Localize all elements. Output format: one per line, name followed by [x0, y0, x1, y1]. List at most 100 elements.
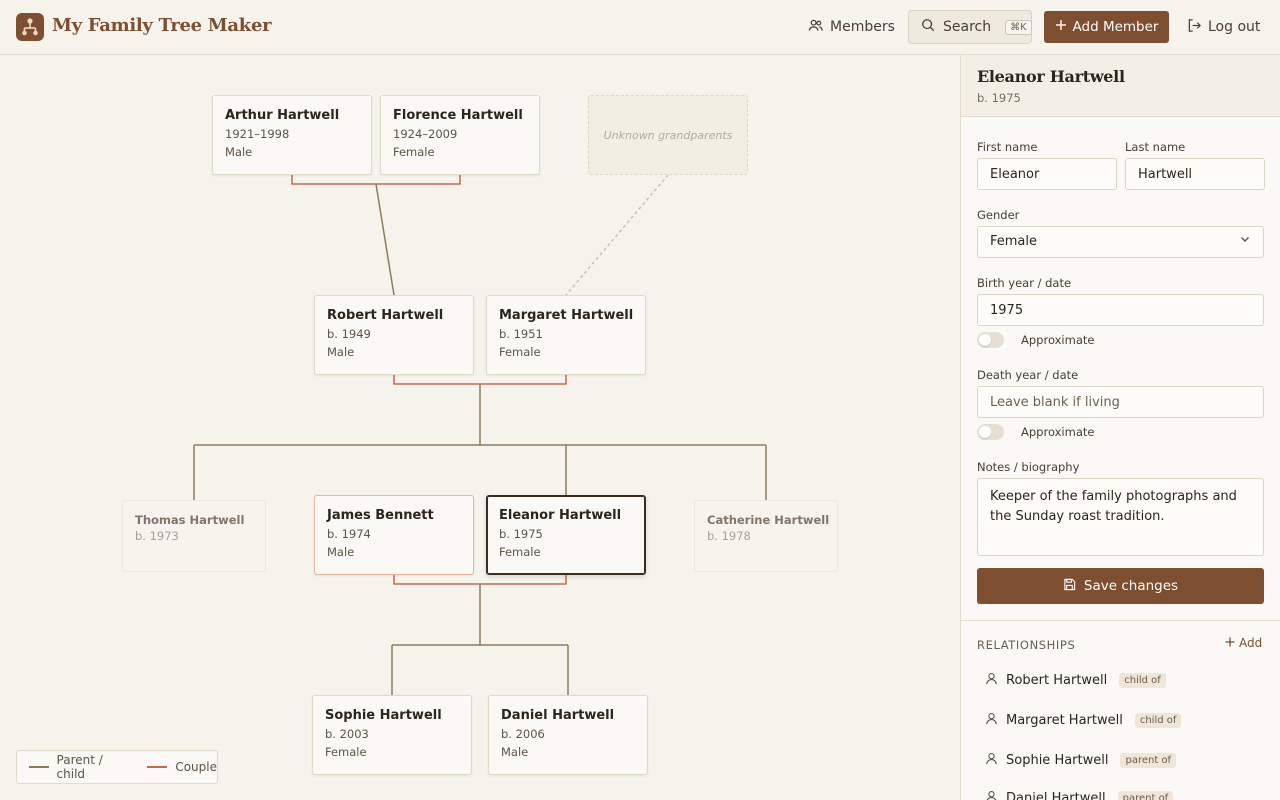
person-name: Thomas Hartwell	[135, 513, 245, 527]
birth-approximate-toggle[interactable]	[977, 332, 1004, 348]
person-card-eleanor-selected[interactable]: Eleanor Hartwell b. 1975 Female	[486, 495, 646, 575]
person-card-robert[interactable]: Robert Hartwell b. 1949 Male	[314, 295, 474, 375]
first-name-label: First name	[977, 140, 1038, 154]
person-gender: Male	[327, 345, 355, 359]
unknown-link-line	[565, 174, 669, 296]
person-name: Florence Hartwell	[393, 108, 523, 123]
person-dates: 1921–1998	[225, 127, 290, 141]
person-gender: Female	[499, 545, 541, 559]
person-icon	[985, 712, 998, 729]
panel-member-subtitle: b. 1975	[977, 91, 1021, 105]
relationships-title: RELATIONSHIPS	[977, 638, 1076, 652]
add-relationship-button[interactable]: Add	[1225, 636, 1262, 650]
person-name: Margaret Hartwell	[499, 308, 634, 323]
parent-child-lines	[193, 183, 767, 695]
members-label: Members	[830, 19, 895, 35]
parent-child-swatch	[29, 766, 49, 768]
relationship-row[interactable]: Daniel Hartwell parent of	[985, 786, 1174, 800]
death-input[interactable]	[977, 386, 1264, 418]
search-button[interactable]: Search ⌘K	[908, 10, 1032, 44]
add-relationship-label: Add	[1239, 636, 1263, 650]
unknown-grandparents-card[interactable]: Unknown grandparents	[588, 95, 748, 175]
relationship-name: Margaret Hartwell	[1006, 712, 1123, 728]
person-card-thomas[interactable]: Thomas Hartwell b. 1973	[122, 500, 266, 572]
notes-textarea[interactable]: Keeper of the family photographs and the…	[977, 478, 1264, 556]
relationship-tag: parent of	[1117, 790, 1174, 800]
save-label: Save changes	[1083, 578, 1179, 594]
person-card-daniel[interactable]: Daniel Hartwell b. 2006 Male	[488, 695, 648, 775]
add-member-button[interactable]: Add Member	[1044, 11, 1169, 43]
death-approximate-label: Approximate	[1021, 425, 1095, 439]
person-dates: b. 1975	[499, 527, 543, 541]
legend-couple: Couple	[147, 760, 217, 774]
person-dates: b. 1951	[499, 327, 543, 341]
person-name: Eleanor Hartwell	[499, 508, 622, 523]
person-gender: Female	[325, 745, 367, 759]
save-icon	[1063, 578, 1076, 595]
person-name: Daniel Hartwell	[501, 708, 615, 723]
person-name: Sophie Hartwell	[325, 708, 442, 723]
birth-label: Birth year / date	[977, 276, 1072, 290]
relationship-tag: child of	[1134, 712, 1182, 728]
app-title: My Family Tree Maker	[52, 15, 272, 36]
person-gender: Female	[499, 345, 541, 359]
plus-icon	[1055, 19, 1067, 35]
relationship-tag: child of	[1119, 672, 1166, 688]
person-dates: b. 1949	[327, 327, 371, 341]
person-card-margaret[interactable]: Margaret Hartwell b. 1951 Female	[486, 295, 646, 375]
line-legend: Parent / child Couple	[16, 750, 218, 784]
panel-header: Eleanor Hartwell b. 1975	[961, 55, 1280, 117]
death-label: Death year / date	[977, 368, 1079, 382]
person-card-florence[interactable]: Florence Hartwell 1924–2009 Female	[380, 95, 540, 175]
add-member-label: Add Member	[1072, 19, 1159, 35]
person-gender: Male	[327, 545, 355, 559]
person-name: Catherine Hartwell	[707, 513, 830, 527]
plus-icon	[1225, 636, 1235, 650]
members-nav-link[interactable]: Members	[808, 11, 895, 43]
notes-label: Notes / biography	[977, 460, 1080, 474]
panel-member-name: Eleanor Hartwell	[977, 67, 1125, 86]
relationship-row[interactable]: Robert Hartwell child of	[985, 668, 1166, 692]
person-card-james[interactable]: James Bennett b. 1974 Male	[314, 495, 474, 575]
person-card-sophie[interactable]: Sophie Hartwell b. 2003 Female	[312, 695, 472, 775]
gender-label: Gender	[977, 208, 1020, 222]
legend-parent-child-label: Parent / child	[56, 753, 103, 781]
birth-input[interactable]	[977, 294, 1264, 326]
logout-label: Log out	[1208, 19, 1261, 35]
gender-select[interactable]: Female	[977, 226, 1264, 258]
birth-approximate-label: Approximate	[1021, 333, 1095, 347]
search-shortcut: ⌘K	[1005, 19, 1032, 35]
logout-button[interactable]: Log out	[1187, 11, 1260, 43]
person-dates: b. 2003	[325, 727, 369, 741]
person-name: Arthur Hartwell	[225, 108, 340, 123]
relationship-row[interactable]: Margaret Hartwell child of	[985, 708, 1182, 732]
person-gender: Male	[501, 745, 529, 759]
person-icon	[985, 672, 998, 689]
person-card-catherine[interactable]: Catherine Hartwell b. 1978	[694, 500, 838, 572]
person-name: James Bennett	[327, 508, 434, 523]
family-tree-logo-icon	[16, 13, 44, 41]
chevron-down-icon	[1239, 227, 1251, 257]
person-icon	[985, 752, 998, 769]
person-name: Robert Hartwell	[327, 308, 444, 323]
tree-canvas[interactable]: Arthur Hartwell 1921–1998 Male Florence …	[0, 55, 960, 800]
person-dates: b. 1973	[135, 529, 179, 543]
person-dates: b. 1978	[707, 529, 751, 543]
unknown-label: Unknown grandparents	[603, 128, 733, 142]
save-changes-button[interactable]: Save changes	[977, 568, 1264, 604]
legend-parent-child: Parent / child	[29, 753, 133, 781]
relationship-name: Robert Hartwell	[1006, 672, 1108, 688]
person-dates: 1924–2009	[393, 127, 458, 141]
person-dates: b. 2006	[501, 727, 545, 741]
first-name-input[interactable]	[977, 158, 1117, 190]
search-label: Search	[943, 19, 992, 35]
person-dates: b. 1974	[327, 527, 371, 541]
death-approximate-toggle[interactable]	[977, 424, 1004, 440]
last-name-input[interactable]	[1125, 158, 1265, 190]
relationship-row[interactable]: Sophie Hartwell parent of	[985, 748, 1177, 772]
person-card-arthur[interactable]: Arthur Hartwell 1921–1998 Male	[212, 95, 372, 175]
member-detail-panel: Eleanor Hartwell b. 1975 First name Last…	[960, 55, 1280, 800]
last-name-label: Last name	[1125, 140, 1186, 154]
logout-icon	[1187, 18, 1202, 37]
app-header: My Family Tree Maker Members Search ⌘K A…	[0, 0, 1280, 55]
